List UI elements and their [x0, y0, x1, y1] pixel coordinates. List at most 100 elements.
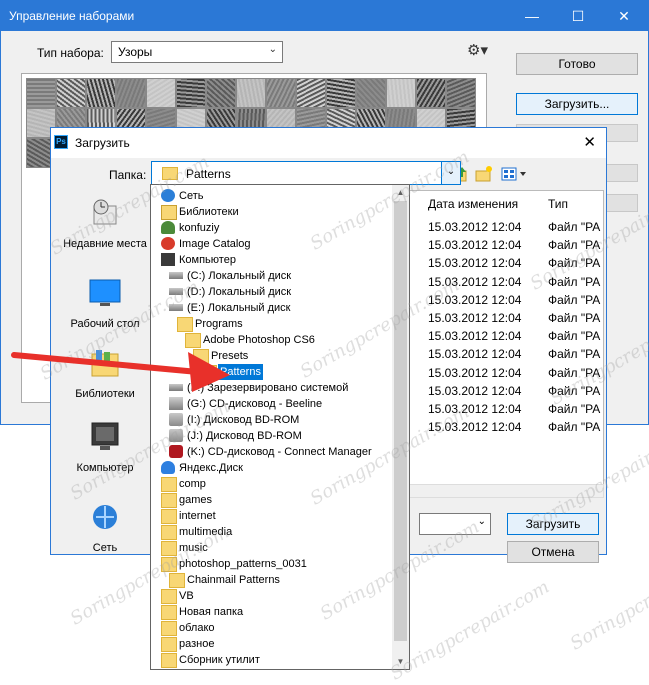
dropdown-item-label: (J:) Дисковод BD-ROM [187, 430, 302, 442]
computer-icon [161, 253, 175, 266]
place-label: Компьютер [76, 462, 134, 474]
cancel-button[interactable]: Отмена [507, 541, 599, 563]
folder-icon [161, 605, 177, 620]
dropdown-item-label: Компьютер [179, 254, 236, 266]
load-confirm-button[interactable]: Загрузить [507, 513, 599, 535]
dropdown-item-label: Сборник утилит [179, 654, 260, 666]
place-network[interactable]: Сеть [59, 502, 151, 556]
user-icon [161, 221, 175, 234]
file-row-type: Файл "PA [548, 238, 601, 253]
dropdown-item-label: Patterns [217, 363, 264, 381]
place-computer[interactable]: Компьютер [59, 422, 151, 476]
preset-manager-titlebar: Управление наборами — ☐ ✕ [1, 1, 648, 31]
bd-drive-icon [169, 413, 183, 426]
dropdown-item-label: Presets [211, 350, 249, 362]
place-label: Рабочий стол [70, 318, 140, 330]
file-type-select[interactable]: ⌄ [419, 513, 491, 535]
file-row-date: 15.03.2012 12:04 [428, 238, 522, 253]
pattern-swatch[interactable] [386, 78, 416, 108]
place-label: Библиотеки [75, 388, 135, 400]
preset-manager-title: Управление наборами [9, 9, 135, 23]
dropdown-item-label: Библиотеки [179, 206, 239, 218]
file-row-date: 15.03.2012 12:04 [428, 311, 522, 325]
file-row-type: Файл "PA [548, 256, 601, 271]
file-row-type: Файл "PA [548, 383, 601, 398]
file-row-type: Файл "PA [548, 365, 601, 380]
dropdown-item-label: Adobe Photoshop CS6 [203, 334, 315, 346]
scrollbar-thumb[interactable] [394, 201, 407, 641]
close-icon[interactable]: ✕ [583, 133, 596, 151]
pattern-swatch[interactable] [326, 78, 356, 108]
connect-manager-icon [169, 445, 183, 458]
pattern-swatch[interactable] [236, 78, 266, 108]
preset-type-select[interactable]: Узоры ⌄ [111, 41, 283, 63]
dropdown-item-label: (I:) Дисковод BD-ROM [187, 414, 300, 426]
dropdown-item-label: Яндекс.Диск [179, 462, 243, 474]
pattern-swatch[interactable] [116, 78, 146, 108]
column-header-date[interactable]: Дата изменения [428, 197, 518, 211]
recent-places-icon [93, 199, 117, 225]
close-icon[interactable]: ✕ [601, 1, 647, 31]
pattern-swatch[interactable] [176, 78, 206, 108]
network-icon [93, 505, 117, 529]
column-header-type[interactable]: Тип [548, 197, 568, 211]
desktop-icon [89, 279, 121, 306]
view-menu-icon[interactable] [501, 165, 529, 183]
file-row-date: 15.03.2012 12:04 [428, 292, 522, 307]
folder-icon [161, 477, 177, 492]
file-row-date: 15.03.2012 12:04 [428, 347, 522, 362]
photoshop-icon: Ps [54, 135, 68, 149]
pattern-swatch[interactable] [296, 78, 326, 108]
folder-icon [161, 589, 177, 604]
pattern-swatch[interactable] [446, 78, 476, 108]
chevron-down-icon[interactable]: ⌄ [441, 162, 460, 184]
file-row-date: 15.03.2012 12:04 [428, 274, 522, 289]
place-label: Сеть [92, 542, 118, 554]
pattern-swatch[interactable] [416, 78, 446, 108]
dropdown-item-label: (G:) CD-дисковод - Beeline [187, 398, 323, 410]
place-desktop[interactable]: Рабочий стол [59, 278, 151, 332]
file-row-date: 15.03.2012 12:04 [428, 365, 522, 380]
place-libraries[interactable]: Библиотеки [59, 348, 151, 402]
folder-select[interactable]: Patterns ⌄ [151, 161, 461, 185]
scroll-down-icon[interactable]: ▼ [392, 654, 409, 669]
gear-icon[interactable]: ⚙▾ [467, 41, 488, 59]
network-icon [161, 189, 175, 202]
pattern-swatch[interactable] [206, 78, 236, 108]
done-button[interactable]: Готово [516, 53, 638, 75]
pattern-swatch[interactable] [86, 78, 116, 108]
file-row-type: Файл "PA [548, 292, 601, 307]
image-catalog-icon [161, 237, 175, 250]
maximize-icon[interactable]: ☐ [555, 1, 601, 31]
places-bar: Недавние места Рабочий стол Библиотеки К… [59, 160, 151, 556]
dropdown-item-label: music [179, 542, 208, 554]
dropdown-item-label: Chainmail Patterns [187, 574, 280, 586]
drive-icon [169, 272, 183, 279]
minimize-icon[interactable]: — [509, 1, 555, 31]
dropdown-item-label: (C:) Локальный диск [187, 270, 292, 282]
pattern-swatch[interactable] [266, 78, 296, 108]
dropdown-item-label: разное [179, 638, 215, 650]
file-row-type: Файл "PA [548, 347, 601, 362]
pattern-swatch[interactable] [146, 78, 176, 108]
folder-icon [193, 349, 209, 364]
new-folder-icon[interactable] [475, 165, 493, 183]
bd-drive-icon [169, 429, 183, 442]
scroll-up-icon[interactable]: ▲ [392, 185, 409, 200]
pattern-swatch[interactable] [26, 78, 56, 108]
libraries-icon [161, 205, 177, 220]
file-row-date: 15.03.2012 12:04 [428, 256, 522, 271]
pattern-swatch[interactable] [56, 78, 86, 108]
dropdown-item-label: Сеть [179, 190, 204, 202]
file-row-type: Файл "PA [548, 402, 601, 416]
pattern-swatch[interactable] [356, 78, 386, 108]
place-recent[interactable]: Недавние места [59, 198, 151, 252]
dropdown-scrollbar[interactable]: ▲ ▼ [392, 185, 409, 669]
drive-icon [169, 304, 183, 311]
file-row-type: Файл "PA [548, 274, 601, 289]
folder-icon [161, 509, 177, 524]
dropdown-item-label: Image Catalog [179, 238, 251, 250]
load-button[interactable]: Загрузить... [516, 93, 638, 115]
folder-icon [161, 653, 177, 668]
file-row-type: Файл "PA [548, 329, 601, 344]
